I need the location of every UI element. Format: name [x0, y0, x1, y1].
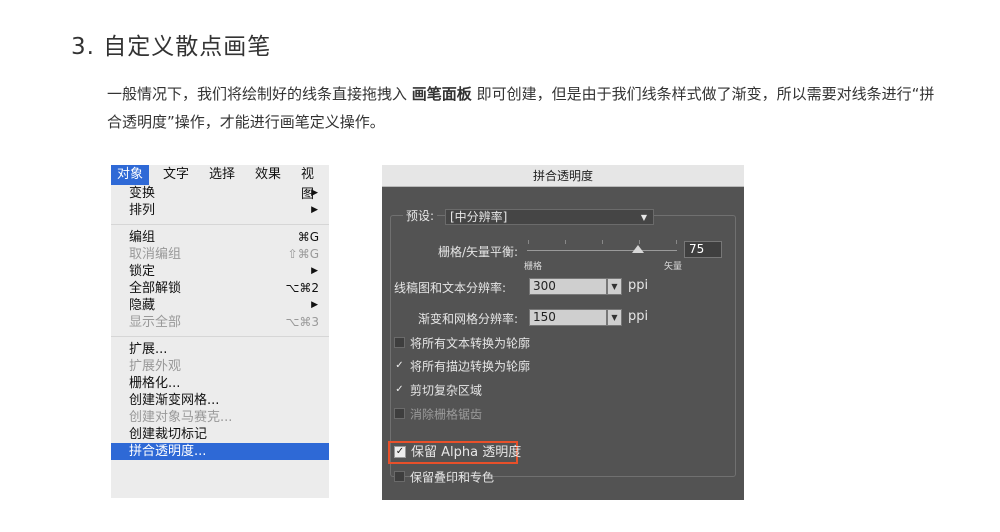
- submenu-arrow-icon: ▶: [311, 300, 318, 310]
- menu-select[interactable]: 选择: [203, 165, 241, 185]
- submenu-arrow-icon: ▶: [311, 188, 318, 198]
- shortcut-show-all: ⌥⌘3: [285, 315, 319, 329]
- menu-item-hide[interactable]: 隐藏 ▶: [111, 297, 329, 314]
- flatten-transparency-dialog: 拼合透明度 预设: [中分辨率] ▼ 栅格/矢量平衡: 75 栅格 矢量 线稿图和…: [382, 165, 744, 500]
- shortcut-group: ⌘G: [297, 230, 319, 244]
- grad-res-label: 渐变和网格分辨率:: [418, 312, 519, 326]
- balance-label: 栅格/矢量平衡:: [438, 245, 519, 259]
- checkbox-preserve-alpha[interactable]: ✓ 保留 Alpha 透明度: [394, 445, 521, 461]
- checkmark-icon[interactable]: ✓: [394, 360, 405, 371]
- menu-item-unlock-all[interactable]: 全部解锁 ⌥⌘2: [111, 280, 329, 297]
- section-heading: 3. 自定义散点画笔: [71, 34, 272, 60]
- object-menu-screenshot: 对象 文字 选择 效果 视图 变换 ▶ 排列 ▶ 编组 ⌘G 取消编组 ⇧⌘G 锁定 ▶ …: [111, 165, 329, 498]
- menu-view[interactable]: 视图: [295, 165, 329, 202]
- submenu-arrow-icon: ▶: [311, 266, 318, 276]
- raster-label: 栅格: [524, 262, 543, 272]
- line-res-label: 线稿图和文本分辨率:: [394, 281, 507, 295]
- checkbox[interactable]: [394, 471, 405, 482]
- intro-paragraph: 一般情况下，我们将绘制好的线条直接拖拽入 画笔面板 即可创建，但是由于我们线条样…: [107, 80, 937, 136]
- submenu-arrow-icon: ▶: [311, 205, 318, 215]
- checkbox[interactable]: [394, 337, 405, 348]
- chevron-down-icon: ▼: [640, 213, 647, 222]
- object-dropdown: 变换 ▶ 排列 ▶ 编组 ⌘G 取消编组 ⇧⌘G 锁定 ▶ 全部解锁 ⌥⌘2 隐藏 ▶ 显示全…: [111, 185, 329, 460]
- chevron-down-icon[interactable]: ▼: [607, 309, 622, 326]
- brush-panel-emphasis: 画笔面板: [411, 85, 472, 103]
- checkbox: [394, 408, 405, 419]
- menu-item-expand-appearance: 扩展外观: [129, 359, 182, 374]
- menu-separator: [111, 331, 329, 341]
- shortcut-unlock-all: ⌥⌘2: [285, 281, 319, 295]
- menu-item-arrange[interactable]: 排列 ▶: [111, 202, 329, 219]
- menu-bar: 对象 文字 选择 效果 视图: [111, 165, 329, 202]
- menu-effect[interactable]: 效果: [249, 165, 287, 185]
- balance-input[interactable]: 75: [684, 241, 722, 258]
- checkbox-antialias: 消除栅格锯齿: [394, 406, 482, 422]
- checkbox-stroke-outlines[interactable]: ✓ 将所有描边转换为轮廓: [394, 358, 530, 374]
- grad-res-unit: ppi: [628, 309, 649, 324]
- menu-item-rasterize[interactable]: 栅格化...: [111, 375, 329, 392]
- menu-separator: [111, 219, 329, 229]
- line-res-input[interactable]: 300: [529, 278, 607, 295]
- checkbox-clip-complex[interactable]: ✓ 剪切复杂区域: [394, 382, 482, 398]
- menu-item-gradient-mesh[interactable]: 创建渐变网格...: [111, 392, 329, 409]
- checkbox-preserve-overprint[interactable]: 保留叠印和专色: [394, 469, 494, 485]
- slider-tick: [676, 240, 677, 244]
- menu-object[interactable]: 对象: [111, 165, 150, 185]
- checkmark-icon[interactable]: ✓: [394, 446, 406, 458]
- menu-item-transform[interactable]: 变换 ▶: [111, 185, 329, 202]
- menu-text[interactable]: 文字: [157, 165, 195, 185]
- slider-tick: [639, 240, 640, 244]
- line-res-unit: ppi: [628, 278, 649, 293]
- chevron-down-icon[interactable]: ▼: [607, 278, 622, 295]
- checkmark-icon[interactable]: ✓: [394, 384, 405, 395]
- balance-slider-thumb[interactable]: [632, 245, 644, 253]
- preset-select[interactable]: [中分辨率] ▼: [445, 209, 654, 225]
- preset-label: 预设:: [403, 207, 438, 224]
- shortcut-ungroup: ⇧⌘G: [287, 247, 319, 261]
- slider-tick: [528, 240, 529, 244]
- dialog-title: 拼合透明度: [382, 165, 744, 187]
- vector-label: 矢量: [664, 262, 683, 272]
- menu-item-lock[interactable]: 锁定 ▶: [111, 263, 329, 280]
- menu-item-group[interactable]: 编组 ⌘G: [111, 229, 329, 246]
- menu-item-object-mosaic: 创建对象马赛克...: [129, 410, 233, 425]
- grad-res-input[interactable]: 150: [529, 309, 607, 326]
- menu-item-flatten-transparency[interactable]: 拼合透明度...: [111, 443, 329, 460]
- menu-item-trim-marks[interactable]: 创建裁切标记: [111, 426, 329, 443]
- slider-tick: [565, 240, 566, 244]
- slider-tick: [602, 240, 603, 244]
- menu-item-show-all: 显示全部 ⌥⌘3: [129, 315, 319, 330]
- checkbox-text-outlines[interactable]: 将所有文本转换为轮廓: [394, 335, 530, 351]
- menu-item-ungroup: 取消编组 ⇧⌘G: [129, 247, 319, 262]
- menu-item-expand[interactable]: 扩展...: [111, 341, 329, 358]
- paragraph-text-1: 一般情况下，我们将绘制好的线条直接拖拽入: [107, 85, 412, 103]
- balance-slider-track[interactable]: [527, 250, 677, 251]
